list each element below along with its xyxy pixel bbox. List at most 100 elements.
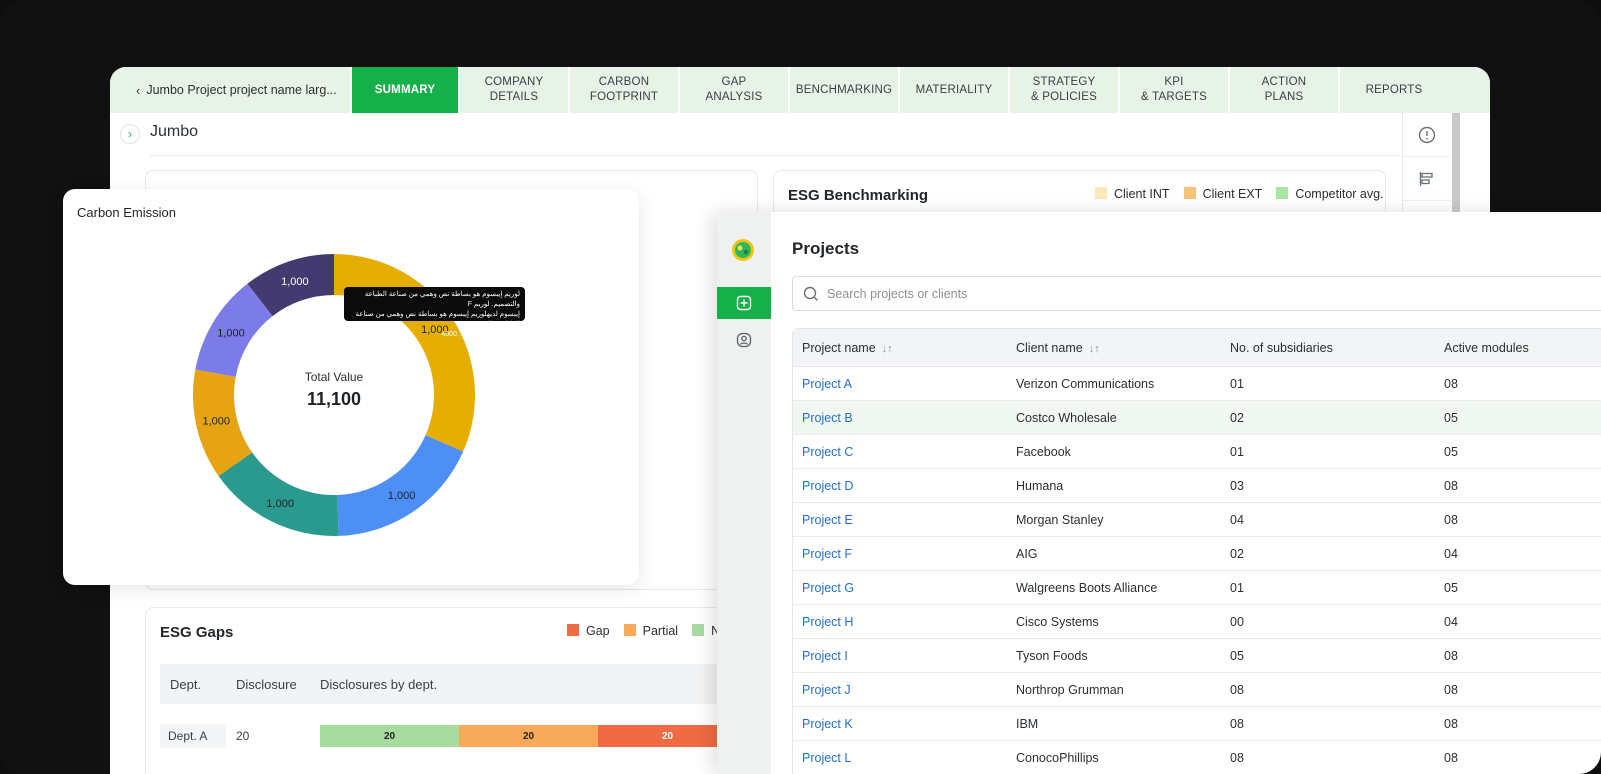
carbon-emission-card: Carbon Emission 1,000 1,000 1,000 1,000 1,00… xyxy=(63,189,639,585)
tab-gap-analysis[interactable]: GAP ANALYSIS xyxy=(678,67,788,113)
modules-cell: 08 xyxy=(1444,376,1458,391)
table-row[interactable]: Project I Tyson Foods 05 08 xyxy=(793,639,1601,673)
legend-swatch xyxy=(1095,187,1107,199)
table-row[interactable]: Project H Cisco Systems 00 04 xyxy=(793,605,1601,639)
table-header: Project name ↓↑ Client name ↓↑ No. of subs… xyxy=(793,329,1601,367)
nav-projects[interactable] xyxy=(717,287,771,319)
client-cell: Morgan Stanley xyxy=(1016,512,1104,527)
device-frame: ‹ Jumbo Project project name larg... SUM… xyxy=(0,0,1601,774)
page-title: Jumbo xyxy=(150,123,199,140)
project-link[interactable]: Project G xyxy=(793,581,1007,595)
legend-swatch xyxy=(1183,187,1196,199)
legend-swatch xyxy=(623,624,636,636)
benchmarking-legend: Client INT Client EXT Competitor avg. xyxy=(1095,187,1384,201)
tab-bar: ‹ Jumbo Project project name larg... SUM… xyxy=(110,67,1490,113)
client-cell: ConocoPhillips xyxy=(1016,750,1099,765)
dept-cell: Dept. A xyxy=(160,724,226,748)
legend-label: Gap xyxy=(586,624,610,638)
legend-item: Gap xyxy=(567,624,610,638)
gaps-title: ESG Gaps xyxy=(160,624,234,641)
project-link[interactable]: Project H xyxy=(793,615,1007,629)
slice-label: 1,000 xyxy=(388,490,416,502)
project-link[interactable]: Project A xyxy=(793,377,1007,391)
sidebar-toggle-button[interactable]: › xyxy=(120,124,140,144)
project-link[interactable]: Project J xyxy=(793,683,1007,697)
project-link[interactable]: Project K xyxy=(793,717,1007,731)
donut-slice[interactable] xyxy=(334,254,476,452)
donut-chart: 1,0001,0001,0001,0001,0001,000Total Valu… xyxy=(193,254,476,536)
table-row[interactable]: Project E Morgan Stanley 04 08 xyxy=(793,503,1601,537)
tab-kpi-targets[interactable]: KPI & TARGETS xyxy=(1118,67,1228,113)
chart-tooltip: لوريم إيبسوم هو بساطة نص وهمي من صناعة ا… xyxy=(344,287,525,338)
project-name-label: Jumbo Project project name larg... xyxy=(146,83,337,97)
project-link[interactable]: Project E xyxy=(793,513,1007,527)
alert-circle-icon xyxy=(1418,126,1436,143)
slice-label: 1,000 xyxy=(281,276,309,288)
legend-label: Partial xyxy=(642,624,679,638)
client-cell: IBM xyxy=(1016,716,1039,731)
col-dept: Dept. xyxy=(170,676,202,692)
table-row[interactable]: Project K IBM 08 08 xyxy=(793,707,1601,741)
slice-label: 1,000 xyxy=(266,498,294,510)
align-bars-icon xyxy=(1419,171,1433,186)
project-link[interactable]: Project I xyxy=(793,649,1007,663)
col-project-name[interactable]: Project name ↓↑ xyxy=(793,341,1007,355)
table-row[interactable]: Project C Facebook 01 05 xyxy=(793,435,1601,469)
tab-benchmarking[interactable]: BENCHMARKING xyxy=(788,67,898,113)
subsidiaries-cell: 01 xyxy=(1230,376,1244,391)
back-button[interactable]: ‹ Jumbo Project project name larg... xyxy=(110,67,350,113)
table-row[interactable]: Project L ConocoPhillips 08 08 xyxy=(793,741,1601,774)
chevron-left-icon: ‹ xyxy=(136,82,141,98)
search-icon xyxy=(803,286,818,301)
project-link[interactable]: Project L xyxy=(793,751,1007,765)
subsidiaries-cell: 08 xyxy=(1230,750,1244,765)
client-cell: Cisco Systems xyxy=(1016,614,1099,629)
sort-icon[interactable]: ↓↑ xyxy=(1089,343,1100,355)
gantt-button[interactable] xyxy=(1403,157,1451,201)
tab-company-details[interactable]: COMPANY DETAILS xyxy=(458,67,568,113)
tab-materiality[interactable]: MATERIALITY xyxy=(898,67,1008,113)
donut-slice[interactable] xyxy=(218,452,339,536)
projects-sidebar xyxy=(717,212,771,774)
info-button[interactable] xyxy=(1403,113,1451,157)
modules-cell: 05 xyxy=(1444,410,1458,425)
subsidiaries-cell: 05 xyxy=(1230,648,1244,663)
table-row[interactable]: Project G Walgreens Boots Alliance 01 05 xyxy=(793,571,1601,605)
project-link[interactable]: Project F xyxy=(793,547,1007,561)
tab-carbon-footprint[interactable]: CARBON FOOTPRINT xyxy=(568,67,678,113)
legend-label: Competitor avg. xyxy=(1295,187,1384,201)
table-row[interactable]: Project A Verizon Communications 01 08 xyxy=(793,367,1601,401)
table-row[interactable]: Project B Costco Wholesale 02 05 xyxy=(793,401,1601,435)
table-row[interactable]: Project F AIG 02 04 xyxy=(793,537,1601,571)
legend-label: Client EXT xyxy=(1202,187,1263,201)
client-cell: Humana xyxy=(1016,478,1064,493)
col-disclosures-by-dept: Disclosures by dept. xyxy=(320,676,438,692)
project-link[interactable]: Project B xyxy=(793,411,1007,425)
donut-slice[interactable] xyxy=(337,435,464,536)
client-cell: Verizon Communications xyxy=(1016,376,1155,391)
col-client-name[interactable]: Client name ↓↑ xyxy=(1007,341,1221,355)
project-link[interactable]: Project D xyxy=(793,479,1007,493)
grid-box-icon xyxy=(736,295,752,311)
search-input[interactable] xyxy=(827,286,1527,301)
client-cell: Walgreens Boots Alliance xyxy=(1016,580,1158,595)
tab-summary[interactable]: SUMMARY xyxy=(350,67,458,113)
subsidiaries-cell: 02 xyxy=(1230,410,1244,425)
tooltip-line: لوريم إيبسوم لديه 5 : 4000 xyxy=(441,331,520,338)
tooltip-line: لوريم إيبسوم هو بساطة نص وهمي من صناعة ا… xyxy=(364,291,520,308)
table-row[interactable]: Project J Northrop Grumman 08 08 xyxy=(793,673,1601,707)
subsidiaries-cell: 03 xyxy=(1230,478,1244,493)
col-active-modules: Active modules xyxy=(1444,340,1529,355)
project-link[interactable]: Project C xyxy=(793,445,1007,459)
table-row[interactable]: Project D Humana 03 08 xyxy=(793,469,1601,503)
legend-label: Client INT xyxy=(1114,187,1170,201)
tab-strategy-policies[interactable]: STRATEGY & POLICIES xyxy=(1008,67,1118,113)
brand-logo xyxy=(732,239,754,261)
gap-bar-segment: 20 xyxy=(320,725,459,747)
tab-action-plans[interactable]: ACTION PLANS xyxy=(1228,67,1338,113)
slice-label: 1,000 xyxy=(217,327,245,339)
modules-cell: 08 xyxy=(1444,716,1458,731)
nav-users[interactable] xyxy=(717,326,771,354)
tab-reports[interactable]: REPORTS xyxy=(1338,67,1448,113)
sort-icon[interactable]: ↓↑ xyxy=(882,343,893,355)
